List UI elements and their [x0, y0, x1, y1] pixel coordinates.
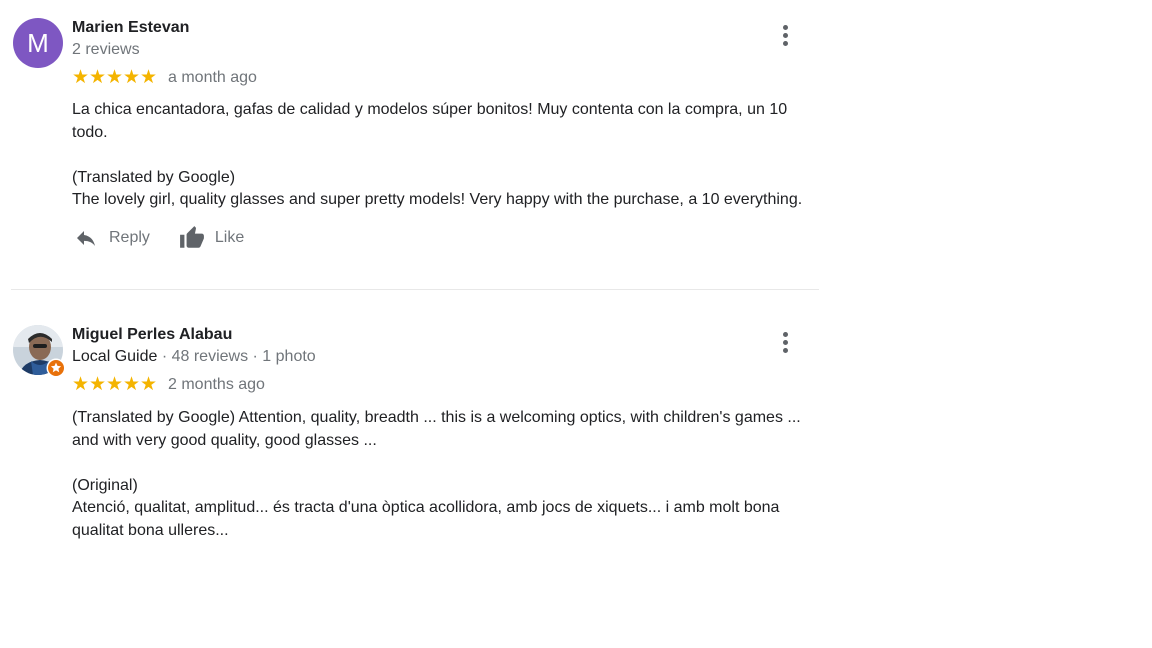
review-card: Miguel Perles Alabau Local Guide · 48 re…: [11, 289, 819, 590]
review-card: M Marien Estevan 2 reviews ★ ★ ★ ★ ★ a m…: [0, 0, 830, 289]
reviewer-stats: · 48 reviews · 1 photo: [157, 348, 316, 365]
star-icon: ★: [106, 67, 124, 88]
review-paragraph: La chica encantadora, gafas de calidad y…: [72, 101, 788, 141]
local-guide-label: Local Guide: [72, 348, 158, 365]
reviewer-name[interactable]: Miguel Perles Alabau: [72, 326, 232, 344]
thumbs-up-icon: [179, 226, 204, 248]
review-paragraph: The lovely girl, quality glasses and sup…: [72, 191, 803, 208]
review-text: La chica encantadora, gafas de calidad y…: [72, 99, 820, 212]
reviewer-meta: 2 reviews: [72, 41, 140, 58]
reply-button[interactable]: Reply: [72, 226, 150, 250]
local-guide-badge-icon: [46, 358, 66, 378]
like-button[interactable]: Like: [178, 225, 244, 251]
reviews-list: M Marien Estevan 2 reviews ★ ★ ★ ★ ★ a m…: [0, 0, 830, 590]
star-rating: ★ ★ ★ ★ ★: [72, 68, 157, 88]
review-text: (Translated by Google) Attention, qualit…: [72, 407, 820, 542]
star-icon: ★: [72, 67, 90, 88]
more-options-icon[interactable]: [775, 329, 795, 359]
star-icon: ★: [140, 67, 158, 88]
review-actions: Reply Like: [72, 225, 244, 251]
reviewer-meta: Local Guide · 48 reviews · 1 photo: [72, 348, 316, 366]
star-icon: ★: [123, 374, 141, 395]
review-paragraph: Atenció, qualitat, amplitud... és tracta…: [72, 499, 780, 539]
more-options-icon[interactable]: [775, 22, 795, 52]
reviewer-name[interactable]: Marien Estevan: [72, 19, 189, 37]
review-date: 2 months ago: [168, 376, 265, 393]
reply-label: Reply: [109, 229, 150, 246]
rating-row: ★ ★ ★ ★ ★ 2 months ago: [72, 375, 265, 395]
star-icon: ★: [140, 374, 158, 395]
like-label: Like: [214, 229, 245, 246]
star-rating: ★ ★ ★ ★ ★: [72, 375, 157, 395]
avatar[interactable]: M: [13, 18, 63, 68]
star-icon: ★: [89, 374, 107, 395]
star-icon: ★: [72, 374, 90, 395]
original-label: (Original): [72, 476, 138, 494]
rating-row: ★ ★ ★ ★ ★ a month ago: [72, 68, 257, 88]
star-icon: ★: [89, 67, 107, 88]
star-icon: ★: [123, 67, 141, 88]
translation-label: (Translated by Google): [72, 168, 236, 186]
review-paragraph: (Translated by Google) Attention, qualit…: [72, 409, 801, 449]
review-date: a month ago: [168, 69, 257, 86]
avatar[interactable]: [13, 325, 66, 378]
reply-icon: [77, 231, 95, 246]
star-icon: ★: [106, 374, 124, 395]
